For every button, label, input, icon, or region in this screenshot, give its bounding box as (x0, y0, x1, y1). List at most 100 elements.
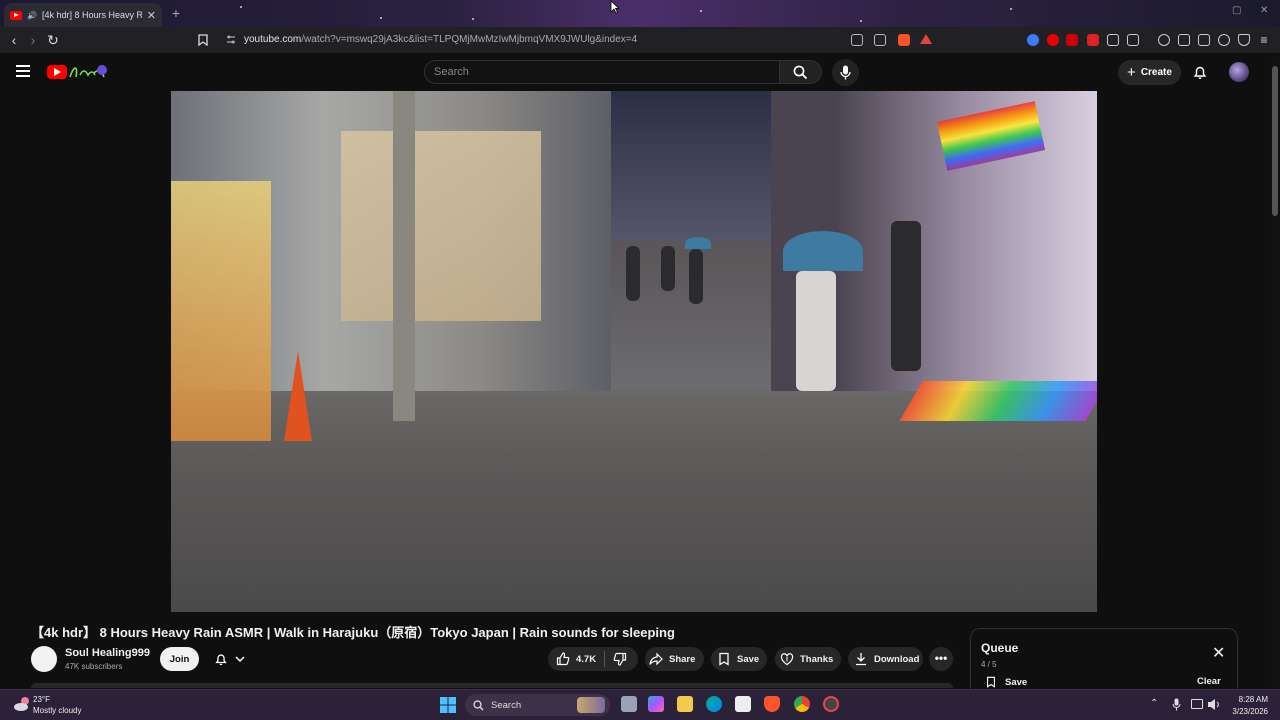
channel-avatar[interactable] (31, 646, 57, 672)
site-info-icon[interactable] (226, 34, 236, 46)
subscriber-count: 47K subscribers (65, 662, 123, 671)
new-tab-button[interactable]: + (168, 5, 184, 21)
search-input[interactable] (425, 61, 779, 83)
video-frame-rainbow-mat (899, 381, 1097, 421)
leo-ai-icon[interactable] (1218, 34, 1230, 46)
more-actions-button[interactable]: ••• (929, 647, 953, 671)
weather-temperature: 23°F (33, 695, 50, 704)
subscription-notification-button[interactable] (205, 647, 253, 671)
brave-shields-icon[interactable] (898, 34, 910, 46)
notifications-bell-icon[interactable] (1192, 64, 1208, 80)
extensions-puzzle-icon[interactable] (1107, 34, 1119, 46)
like-thumbs-up-icon[interactable] (556, 652, 570, 666)
extension-icon[interactable] (1027, 34, 1039, 46)
search-icon (793, 65, 808, 80)
plus-icon: + (1127, 63, 1136, 81)
download-button[interactable]: Download (848, 647, 923, 671)
network-icon[interactable] (1191, 699, 1203, 709)
queue-save-button[interactable]: Save (985, 675, 1027, 689)
taskbar-search-label: Search (491, 699, 522, 711)
extension-icon[interactable] (1066, 34, 1078, 46)
join-button[interactable]: Join (160, 647, 199, 671)
download-icon (856, 653, 866, 666)
extension-icon[interactable] (1127, 34, 1139, 46)
like-count[interactable]: 4.7K (576, 654, 596, 665)
media-controls-icon[interactable] (1158, 34, 1170, 46)
video-frame-person (626, 246, 640, 301)
windows-start-icon[interactable] (440, 697, 456, 713)
browser-menu-icon[interactable]: ≡ (1256, 32, 1272, 48)
edge-browser-icon[interactable] (706, 696, 722, 712)
volume-icon[interactable] (1207, 698, 1221, 711)
window-close-icon[interactable]: ✕ (1260, 5, 1268, 16)
cast-icon[interactable] (851, 34, 863, 46)
account-avatar[interactable] (1229, 62, 1249, 82)
queue-save-label: Save (1005, 676, 1028, 688)
bookmark-icon[interactable] (198, 34, 208, 46)
like-divider (604, 651, 606, 667)
voice-search-button[interactable] (832, 59, 859, 86)
url-host: youtube.com (244, 34, 302, 45)
file-explorer-icon[interactable] (677, 696, 693, 712)
extension-icon[interactable] (1047, 34, 1059, 46)
show-hidden-icons-chevron-icon[interactable]: ⌃ (1150, 698, 1158, 709)
page-scrollbar[interactable] (1271, 56, 1279, 688)
obs-app-icon[interactable] (823, 696, 839, 712)
microsoft-store-icon[interactable] (735, 696, 751, 712)
audio-playing-icon[interactable]: 🔊 (27, 11, 37, 20)
description-panel[interactable] (31, 683, 953, 688)
create-button[interactable]: + Create (1118, 60, 1181, 85)
video-player[interactable] (171, 91, 1097, 612)
reload-icon[interactable]: ↻ (45, 32, 61, 48)
video-frame-person (796, 271, 836, 391)
video-title: 【4k hdr】 8 Hours Heavy Rain ASMR | Walk … (31, 625, 675, 640)
chrome-browser-icon[interactable] (794, 696, 810, 712)
thanks-label: Thanks (800, 653, 834, 665)
url-path: /watch?v=mswq29jA3kc&list=TLPQMjMwMzIwMj… (301, 34, 638, 45)
background-star (472, 18, 474, 20)
wallet-icon[interactable] (1198, 34, 1210, 46)
vpn-shield-icon[interactable] (1238, 34, 1250, 46)
background-star (1010, 8, 1012, 10)
back-icon[interactable]: ‹ (6, 32, 22, 48)
browser-tab[interactable]: 🔊 [4k hdr] 8 Hours Heavy Rain ✕ (4, 3, 162, 27)
channel-name[interactable]: Soul Healing999 (65, 647, 150, 659)
tab-close-icon[interactable]: ✕ (147, 9, 156, 22)
weather-cloud-icon[interactable] (12, 693, 34, 715)
guide-menu-icon[interactable] (16, 65, 30, 77)
share-page-icon[interactable] (874, 34, 886, 46)
bookmark-icon (987, 676, 995, 688)
sidebar-icon[interactable] (1178, 34, 1190, 46)
taskbar-search[interactable]: Search (465, 694, 610, 716)
queue-clear-button[interactable]: Clear (1197, 676, 1221, 687)
thanks-button[interactable]: Thanks (775, 647, 841, 671)
weather-description: Mostly cloudy (33, 706, 82, 715)
address-bar[interactable]: youtube.com/watch?v=mswq29jA3kc&list=TLP… (244, 34, 637, 45)
download-label: Download (874, 653, 920, 665)
scrollbar-thumb[interactable] (1272, 66, 1278, 216)
background-star (240, 6, 242, 8)
queue-position: 4 / 5 (981, 660, 997, 669)
maximize-icon[interactable]: ▢ (1232, 5, 1241, 16)
forward-icon[interactable]: › (25, 32, 41, 48)
create-label: Create (1140, 67, 1172, 78)
system-clock[interactable]: 8:28 AM 3/23/2026 (1224, 694, 1268, 718)
clock-date: 3/23/2026 (1232, 707, 1268, 716)
queue-close-icon[interactable]: ✕ (1212, 646, 1225, 662)
save-button[interactable]: Save (711, 647, 767, 671)
youtube-logo-icon[interactable] (47, 65, 67, 79)
search-button[interactable] (780, 60, 822, 84)
share-button[interactable]: Share (645, 647, 704, 671)
microphone-tray-icon[interactable] (1172, 698, 1181, 711)
dislike-thumbs-down-icon[interactable] (613, 652, 627, 666)
brave-rewards-icon[interactable] (920, 34, 932, 44)
extension-icon[interactable] (1087, 34, 1099, 46)
queue-panel: Queue 4 / 5 ✕ Save Clear (970, 628, 1238, 690)
doodle-logo-icon[interactable] (68, 63, 108, 81)
video-frame-traffic-cone (284, 351, 312, 441)
copilot-icon[interactable] (648, 696, 664, 712)
task-view-icon[interactable] (621, 696, 637, 712)
brave-browser-icon[interactable] (764, 696, 780, 712)
search-box[interactable] (424, 60, 780, 84)
video-frame-person (661, 246, 675, 291)
